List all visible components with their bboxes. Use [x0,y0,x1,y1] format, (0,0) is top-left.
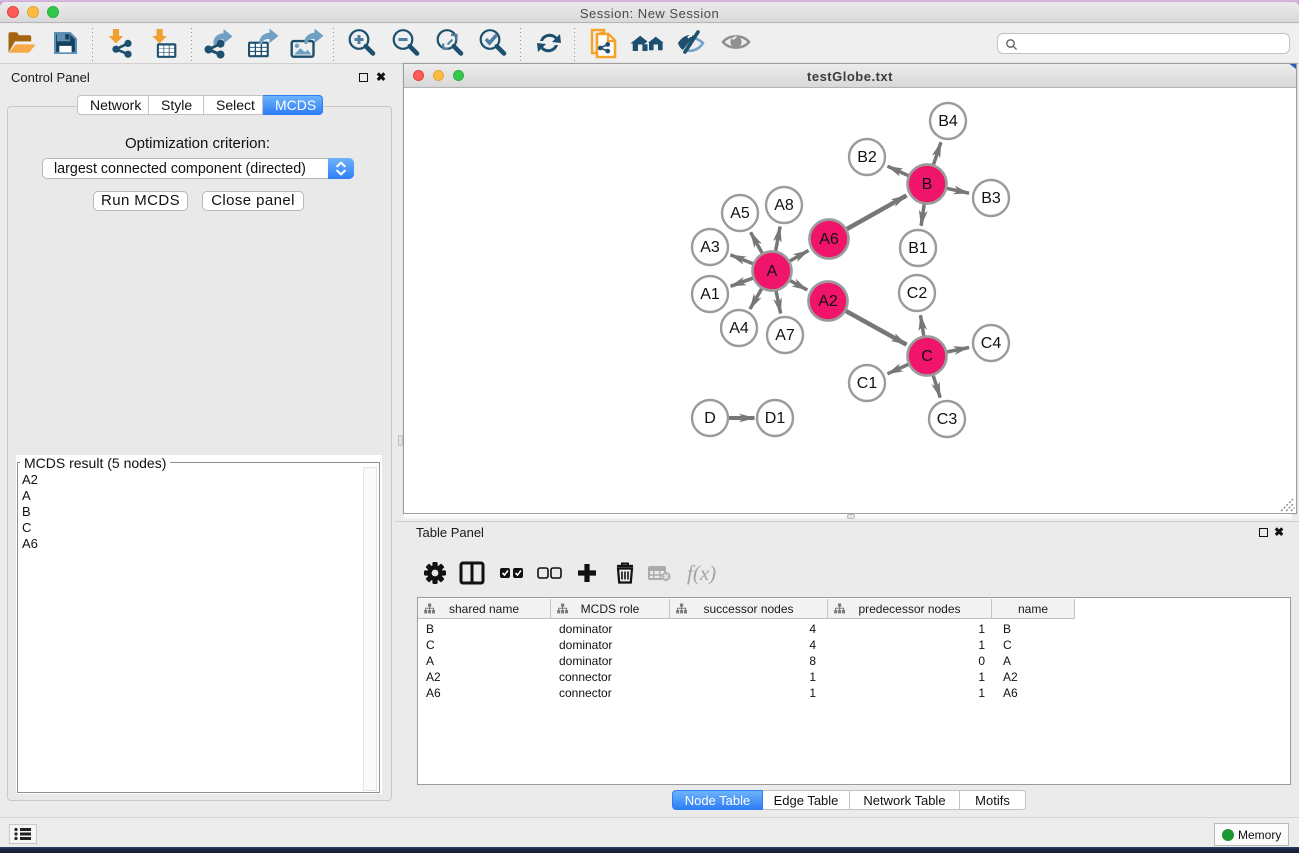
svg-text:D: D [704,410,716,427]
svg-text:A: A [767,263,778,280]
svg-text:f(x): f(x) [687,561,716,585]
svg-text:C: C [921,348,933,365]
svg-text:A1: A1 [700,286,720,303]
svg-text:B: B [922,176,933,193]
svg-text:A3: A3 [700,239,720,256]
svg-text:B4: B4 [938,113,958,130]
svg-text:B2: B2 [857,149,877,166]
svg-text:A7: A7 [775,327,795,344]
svg-text:B1: B1 [908,240,928,257]
svg-text:A6: A6 [819,231,839,248]
svg-text:A2: A2 [818,293,838,310]
svg-text:C2: C2 [907,285,928,302]
svg-text:C4: C4 [981,335,1002,352]
svg-text:C1: C1 [857,375,878,392]
svg-text:C3: C3 [937,411,958,428]
svg-text:D1: D1 [765,410,786,427]
svg-text:A4: A4 [729,320,749,337]
svg-text:B3: B3 [981,190,1001,207]
svg-text:A8: A8 [774,197,794,214]
svg-text:A5: A5 [730,205,750,222]
